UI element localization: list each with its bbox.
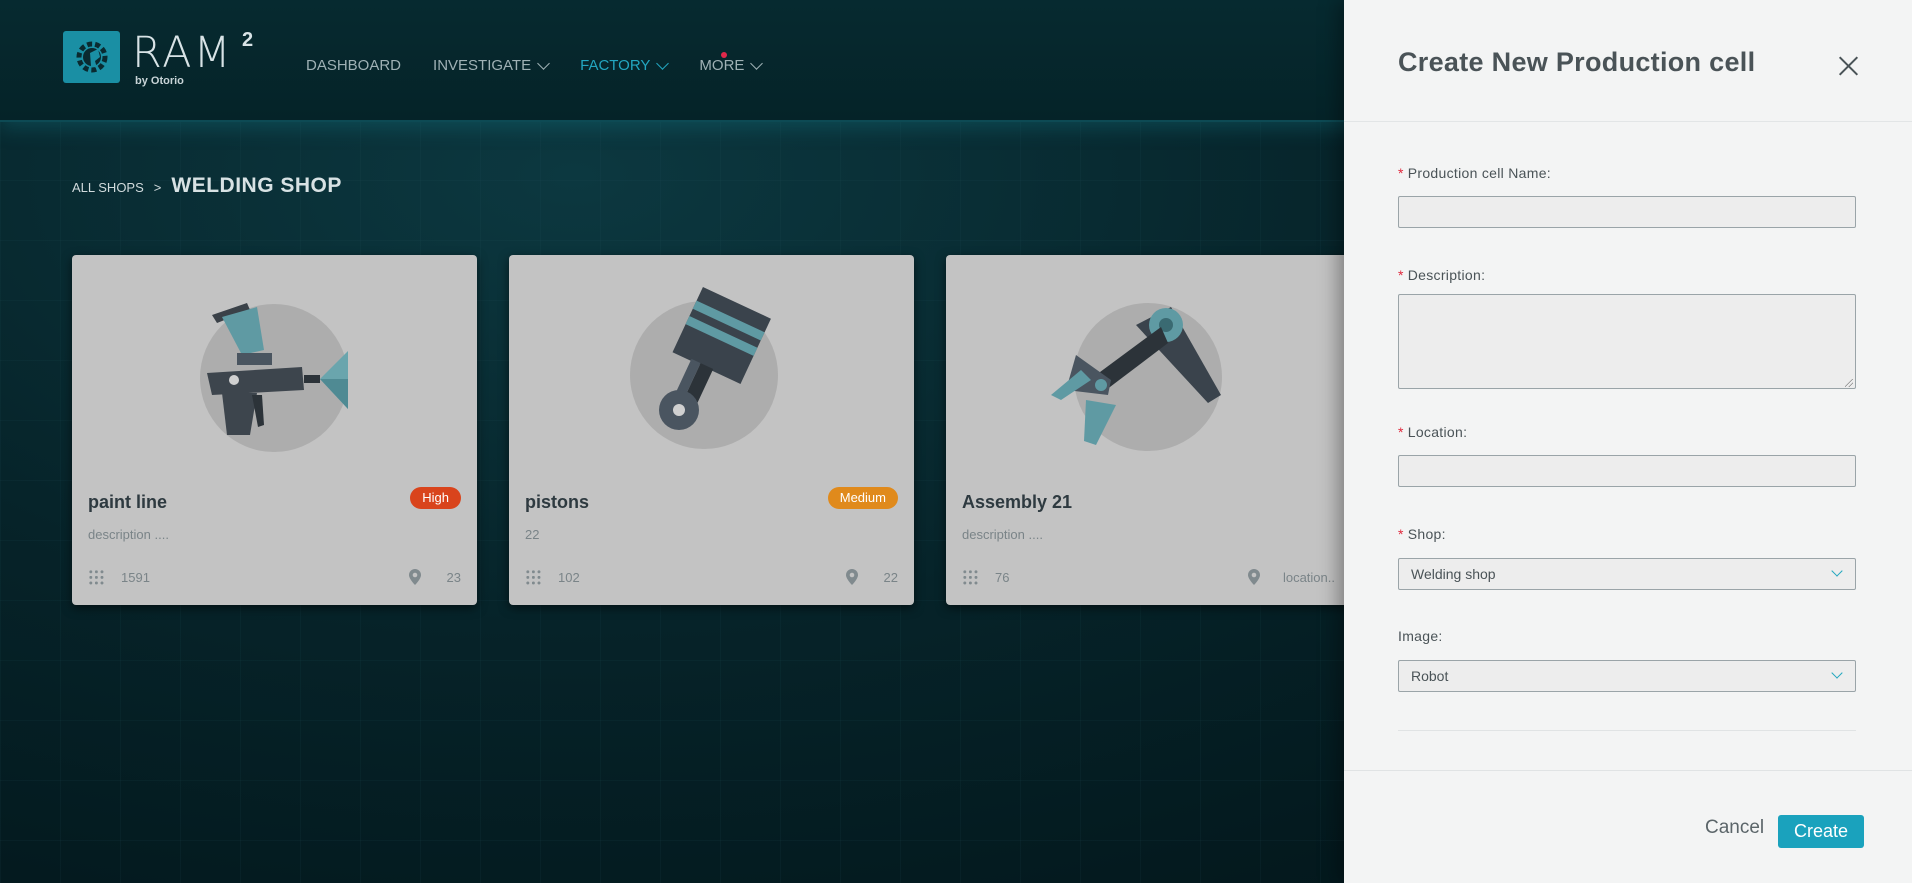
drawer-header: Create New Production cell xyxy=(1344,0,1912,122)
card-footer: 1591 23 xyxy=(88,569,461,587)
nav-factory-label: FACTORY xyxy=(580,57,651,74)
resize-handle-icon[interactable] xyxy=(1845,379,1853,387)
location-value: 23 xyxy=(446,570,461,585)
location-input[interactable] xyxy=(1398,455,1856,487)
production-cell-name-field: * Production cell Name: xyxy=(1398,165,1856,228)
asset-count: 76 xyxy=(995,570,1010,585)
gear-logo-icon xyxy=(63,31,120,83)
footer-divider xyxy=(1344,770,1912,771)
asset-count: 1591 xyxy=(121,570,150,585)
chevron-down-icon xyxy=(537,56,550,70)
required-mark: * xyxy=(1398,165,1404,181)
field-label: Image: xyxy=(1398,628,1856,644)
image-select-value: Robot xyxy=(1411,668,1449,684)
production-cell-name-input[interactable] xyxy=(1398,196,1856,228)
card-footer: 76 location.. xyxy=(962,569,1335,587)
main-nav: DASHBOARD INVESTIGATE FACTORY MORE xyxy=(306,56,764,74)
required-mark: * xyxy=(1398,424,1404,440)
location-field: * Location: xyxy=(1398,424,1856,487)
card-footer: 102 22 xyxy=(525,569,898,587)
cancel-button[interactable]: Cancel xyxy=(1705,817,1764,839)
nav-more[interactable]: MORE xyxy=(699,56,764,74)
create-production-cell-drawer: Create New Production cell * Production c… xyxy=(1344,0,1912,883)
production-cell-card[interactable]: pistons Medium 22 102 22 xyxy=(509,255,914,605)
logo[interactable]: RAM 2 by Otorio xyxy=(63,28,253,87)
field-label: * Description: xyxy=(1398,267,1856,283)
severity-badge: High xyxy=(410,487,461,509)
divider xyxy=(1398,730,1856,731)
chevron-down-icon xyxy=(750,56,764,70)
field-label: * Production cell Name: xyxy=(1398,165,1856,181)
spray-gun-icon xyxy=(200,303,348,452)
severity-badge: Medium xyxy=(827,487,898,509)
breadcrumb-separator: > xyxy=(153,180,162,195)
chevron-down-icon xyxy=(1831,667,1843,679)
description-label: Description: xyxy=(1407,267,1486,283)
nav-investigate[interactable]: INVESTIGATE xyxy=(433,56,550,74)
image-label: Image: xyxy=(1398,628,1443,644)
asset-count: 102 xyxy=(558,570,580,585)
location-pin-icon xyxy=(409,569,421,585)
chevron-down-icon xyxy=(1831,565,1843,577)
shop-label: Shop: xyxy=(1407,526,1446,542)
location-pin-icon xyxy=(1248,569,1260,585)
required-mark: * xyxy=(1398,267,1404,283)
shop-select[interactable]: Welding shop xyxy=(1398,558,1856,590)
description-field: * Description: xyxy=(1398,267,1856,389)
page-title: WELDING SHOP xyxy=(171,174,342,197)
card-description: description .... xyxy=(962,527,1043,542)
robot-arm-icon xyxy=(1051,303,1222,451)
nav-factory[interactable]: FACTORY xyxy=(580,56,670,74)
nav-dashboard[interactable]: DASHBOARD xyxy=(306,57,401,74)
field-label: * Shop: xyxy=(1398,526,1856,542)
field-label: * Location: xyxy=(1398,424,1856,440)
nav-more-label: MORE xyxy=(699,57,745,74)
location-label: Location: xyxy=(1407,424,1468,440)
piston-icon xyxy=(630,287,778,449)
logo-title: RAM xyxy=(132,28,233,78)
nav-investigate-label: INVESTIGATE xyxy=(433,57,532,74)
location-value: 22 xyxy=(883,570,898,585)
card-title: Assembly 21 xyxy=(962,492,1073,512)
card-title: pistons xyxy=(525,492,590,512)
chevron-down-icon xyxy=(656,56,670,70)
notification-dot xyxy=(721,52,727,58)
shop-select-value: Welding shop xyxy=(1411,566,1496,582)
breadcrumb-all-shops[interactable]: ALL SHOPS xyxy=(72,180,144,195)
image-field: Image: Robot xyxy=(1398,628,1856,692)
nav-dashboard-label: DASHBOARD xyxy=(306,57,402,74)
grid-icon xyxy=(962,569,978,585)
location-value: location.. xyxy=(1282,570,1335,585)
create-button[interactable]: Create xyxy=(1778,815,1864,848)
location-pin-icon xyxy=(846,569,858,585)
breadcrumb: ALL SHOPS > WELDING SHOP xyxy=(72,174,342,198)
required-mark: * xyxy=(1398,526,1404,542)
production-cell-card[interactable]: paint line High description .... 1591 23 xyxy=(72,255,477,605)
grid-icon xyxy=(88,569,104,585)
logo-superscript: 2 xyxy=(242,29,254,51)
close-icon[interactable] xyxy=(1838,56,1858,76)
image-select[interactable]: Robot xyxy=(1398,660,1856,692)
name-label: Production cell Name: xyxy=(1407,165,1552,181)
production-cell-card[interactable]: Assembly 21 description .... 76 location… xyxy=(946,255,1351,605)
description-textarea[interactable] xyxy=(1398,294,1856,389)
grid-icon xyxy=(525,569,541,585)
card-description: description .... xyxy=(88,527,169,542)
card-description: 22 xyxy=(525,527,540,542)
card-title: paint line xyxy=(88,492,168,512)
shop-field: * Shop: Welding shop xyxy=(1398,526,1856,590)
drawer-title: Create New Production cell xyxy=(1398,47,1756,77)
